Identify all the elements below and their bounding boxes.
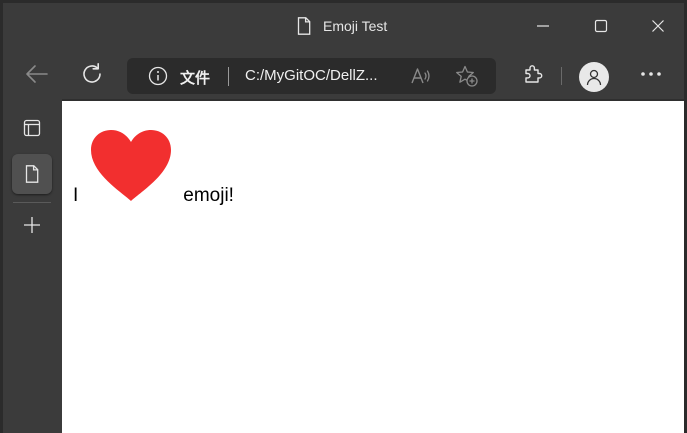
browser-window: Emoji Test 文件 C:/MyGitOC/DellZ... I emoj… bbox=[3, 3, 684, 433]
new-tab-button[interactable] bbox=[12, 205, 52, 245]
add-favorite-icon[interactable] bbox=[455, 64, 479, 93]
content-line: I emoji! bbox=[73, 115, 234, 206]
sidebar-divider bbox=[13, 202, 51, 203]
address-divider bbox=[228, 67, 229, 86]
back-button[interactable] bbox=[19, 56, 55, 92]
tab-actions-button[interactable] bbox=[12, 108, 52, 148]
window-title: Emoji Test bbox=[323, 18, 388, 34]
maximize-icon bbox=[594, 19, 608, 33]
read-aloud-icon[interactable] bbox=[409, 64, 433, 93]
text-after-emoji: emoji! bbox=[183, 185, 234, 206]
window-title-group: Emoji Test bbox=[297, 16, 387, 36]
back-arrow-icon bbox=[26, 65, 48, 83]
page-content: I emoji! bbox=[62, 99, 684, 433]
toolbar-divider bbox=[561, 67, 562, 85]
url-text[interactable]: C:/MyGitOC/DellZ... bbox=[245, 67, 405, 84]
close-icon bbox=[652, 20, 664, 32]
tab-emoji-test[interactable] bbox=[12, 154, 52, 194]
title-bar: Emoji Test bbox=[3, 3, 684, 49]
plus-icon bbox=[24, 217, 40, 233]
extensions-button[interactable] bbox=[515, 56, 551, 92]
heart-emoji-icon bbox=[78, 127, 183, 205]
more-dots-icon bbox=[641, 72, 661, 76]
browser-toolbar: 文件 C:/MyGitOC/DellZ... bbox=[3, 49, 684, 99]
file-label[interactable]: 文件 bbox=[180, 67, 210, 88]
minimize-icon bbox=[537, 25, 549, 27]
document-icon bbox=[25, 165, 39, 183]
vertical-tabs-sidebar bbox=[3, 99, 61, 433]
info-icon[interactable] bbox=[148, 66, 168, 91]
minimize-button[interactable] bbox=[514, 3, 572, 49]
profile-avatar[interactable] bbox=[579, 62, 609, 92]
extensions-puzzle-icon bbox=[525, 65, 543, 83]
refresh-icon bbox=[83, 63, 101, 83]
tab-actions-icon bbox=[23, 119, 41, 137]
close-button[interactable] bbox=[629, 3, 684, 49]
maximize-button[interactable] bbox=[572, 3, 630, 49]
more-menu-button[interactable] bbox=[633, 56, 669, 92]
person-icon bbox=[586, 69, 602, 86]
document-icon bbox=[297, 17, 311, 35]
address-bar[interactable]: 文件 C:/MyGitOC/DellZ... bbox=[127, 58, 496, 94]
refresh-button[interactable] bbox=[74, 56, 110, 92]
